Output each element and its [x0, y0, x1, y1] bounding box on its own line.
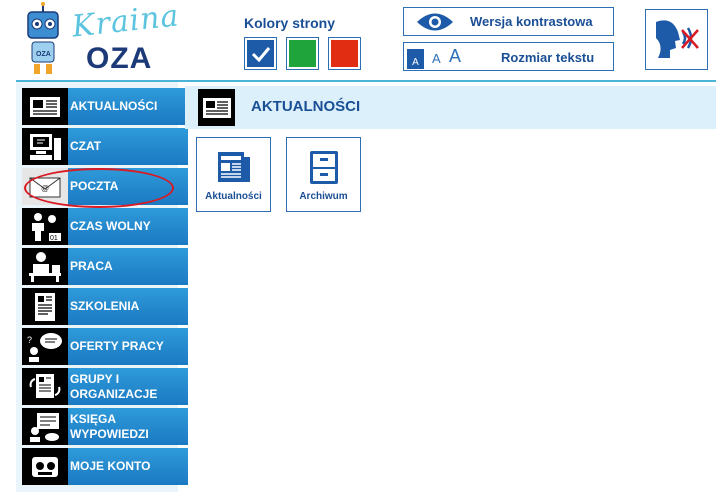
robot-mascot-icon: OZA	[27, 2, 59, 74]
newspaper-icon	[22, 88, 68, 125]
guestbook-icon	[22, 408, 68, 445]
text-size-label: Rozmiar tekstu	[501, 50, 595, 65]
sidebar-item-label: AKTUALNOŚCI	[70, 99, 158, 113]
sidebar-item-work[interactable]: PRACA	[22, 248, 188, 285]
sidebar-item-label: KSIĘGA WYPOWIEDZI	[70, 411, 149, 441]
archive-cabinet-icon	[310, 151, 338, 184]
groups-icon	[22, 368, 68, 405]
highlight-annotation	[24, 168, 174, 208]
contrast-label: Wersja kontrastowa	[470, 14, 593, 29]
sidebar-item-groups[interactable]: GRUPY I ORGANIZACJE	[22, 368, 188, 405]
sidebar-item-account[interactable]: MOJE KONTO	[22, 448, 188, 485]
tile-archive[interactable]: Archiwum	[286, 137, 361, 212]
sidebar-item-label: OFERTY PRACY	[70, 339, 164, 353]
tile-label: Aktualności	[205, 191, 262, 202]
sidebar-item-label: CZAS WOLNY	[70, 219, 151, 233]
contrast-version-button[interactable]: Wersja kontrastowa	[403, 7, 614, 36]
color-green-button[interactable]	[286, 37, 319, 70]
sidebar-item-job-offers[interactable]: ? OFERTY PRACY	[22, 328, 188, 365]
speech-off-icon	[656, 20, 699, 58]
logo-text-kraina: Kraina	[70, 0, 181, 45]
sidebar: AKTUALNOŚCI CZAT @ POCZTA 01 CZAS WOLNY …	[16, 82, 188, 492]
checkmark-icon	[251, 46, 270, 62]
sidebar-item-label: GRUPY I ORGANIZACJE	[70, 371, 158, 401]
header: OZA Kraina OZA Kolory strony Wersja kont…	[0, 0, 724, 84]
text-size-medium[interactable]: A	[432, 51, 441, 66]
news-icon	[218, 152, 250, 182]
sidebar-item-leisure[interactable]: 01 CZAS WOLNY	[22, 208, 188, 245]
training-doc-icon	[22, 288, 68, 325]
color-red-button[interactable]	[328, 37, 361, 70]
section-header: AKTUALNOŚCI	[185, 86, 716, 129]
color-blue-button[interactable]	[244, 37, 277, 70]
eye-icon	[417, 13, 453, 31]
svg-text:?: ?	[27, 335, 32, 345]
page-colors-label: Kolory strony	[244, 15, 336, 31]
work-desk-icon	[22, 248, 68, 285]
text-size-button[interactable]: A A A Rozmiar tekstu	[403, 42, 614, 71]
sidebar-item-label: CZAT	[70, 139, 102, 153]
tile-label: Archiwum	[299, 191, 348, 202]
text-size-large[interactable]: A	[449, 46, 461, 67]
account-icon	[22, 448, 68, 485]
tile-news[interactable]: Aktualności	[196, 137, 271, 212]
sidebar-item-label: SZKOLENIA	[70, 299, 140, 313]
logo-text-oza: OZA	[86, 42, 153, 75]
svg-text:OZA: OZA	[36, 51, 51, 58]
newspaper-icon	[198, 89, 235, 126]
text-size-small[interactable]: A	[407, 49, 424, 69]
sidebar-item-chat[interactable]: CZAT	[22, 128, 188, 165]
kraina-oza-logo[interactable]: OZA Kraina OZA	[22, 0, 181, 78]
computer-chat-icon	[22, 128, 68, 165]
sidebar-item-guestbook[interactable]: KSIĘGA WYPOWIEDZI	[22, 408, 188, 445]
sidebar-item-training[interactable]: SZKOLENIA	[22, 288, 188, 325]
sidebar-item-label: PRACA	[70, 259, 113, 273]
leisure-icon: 01	[22, 208, 68, 245]
page-title: AKTUALNOŚCI	[251, 98, 361, 115]
svg-text:01: 01	[50, 235, 58, 242]
job-offer-icon: ?	[22, 328, 68, 365]
sidebar-item-label: MOJE KONTO	[70, 459, 151, 473]
sidebar-item-news[interactable]: AKTUALNOŚCI	[22, 88, 188, 125]
speech-toggle-button[interactable]	[645, 9, 708, 70]
